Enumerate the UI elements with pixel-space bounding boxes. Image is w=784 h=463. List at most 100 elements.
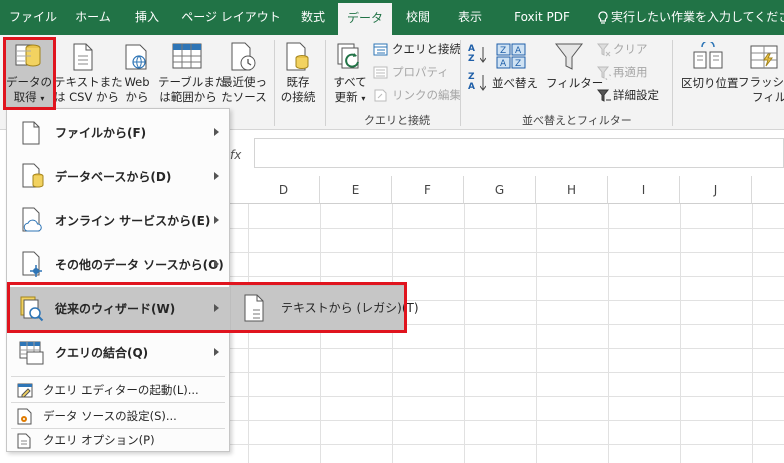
recent-sources-button[interactable]: 最近使っ たソース — [218, 75, 270, 105]
table-icon — [172, 42, 202, 73]
menu-item-legacy-wizards[interactable]: 従来のウィザード(W) — [7, 287, 229, 331]
submenu-arrow-icon — [214, 304, 219, 312]
sort-z-to-a-button[interactable]: Z A — [468, 72, 490, 94]
grid-row-line — [230, 228, 784, 229]
existing-connections-button[interactable]: 既存 の接続 — [277, 75, 319, 105]
clear-filter-icon — [596, 43, 611, 60]
dropdown-caret-icon: ▾ — [40, 94, 45, 103]
menu-item-launch-query-editor[interactable]: クエリ エディターの起動(L)... — [7, 377, 229, 403]
menu-item-from-database[interactable]: データベースから(D) — [7, 155, 229, 199]
text-csv-icon — [72, 43, 94, 74]
submenu-arrow-icon — [214, 172, 219, 180]
tab-page-layout[interactable]: ページ レイアウト — [172, 0, 290, 35]
menu-item-data-source-settings[interactable]: データ ソースの設定(S)... — [7, 403, 229, 429]
tell-me-search[interactable]: 実行したい作業を入力してください — [611, 0, 784, 35]
tab-view[interactable]: 表示 — [446, 0, 494, 35]
column-header[interactable]: G — [464, 176, 536, 204]
grid-column-line — [536, 204, 537, 463]
tab-formulas[interactable]: 数式 — [290, 0, 336, 35]
from-web-label-2: から — [125, 90, 149, 104]
existing-connections-icon — [285, 42, 311, 75]
column-header[interactable] — [752, 176, 784, 204]
edit-links-button[interactable]: リンクの編集 — [392, 87, 461, 103]
get-data-label-line1: データの — [6, 75, 52, 89]
from-table-label-1: テーブルまた — [158, 75, 227, 89]
submenu-item-from-text-legacy[interactable]: テキストから (レガシ)(T) — [231, 286, 419, 330]
tab-file[interactable]: ファイル — [4, 0, 62, 35]
ribbon-tab-bar: ファイル ホーム 挿入 ページ レイアウト 数式 データ 校閲 表示 Foxit… — [0, 0, 784, 35]
from-text-csv-button[interactable]: テキストまた は CSV から — [54, 75, 123, 105]
sort-za-bottom: A — [468, 82, 475, 92]
column-header[interactable]: D — [248, 176, 320, 204]
from-web-label-1: Web — [124, 75, 150, 89]
query-editor-icon — [17, 383, 33, 401]
combine-queries-icon — [19, 341, 45, 368]
column-header[interactable]: H — [536, 176, 608, 204]
tab-review[interactable]: 校閲 — [394, 0, 442, 35]
tab-home[interactable]: ホーム — [64, 0, 122, 35]
column-header[interactable]: E — [320, 176, 392, 204]
get-data-label-line2: 取得 ▾ — [6, 90, 52, 106]
menu-item-from-online-services[interactable]: オンライン サービスから(E) — [7, 199, 229, 243]
tab-data[interactable]: データ — [338, 3, 392, 35]
svg-text:A: A — [515, 46, 522, 56]
fx-label: fx — [230, 148, 242, 162]
grid-row-line — [230, 276, 784, 277]
sort-az-top: A — [468, 44, 475, 54]
file-icon — [21, 121, 41, 148]
properties-button[interactable]: プロパティ — [392, 64, 449, 80]
from-web-button[interactable]: Web から — [118, 75, 156, 105]
reapply-button[interactable]: 再適用 — [613, 64, 648, 80]
group-label-queries: クエリと接続 — [364, 114, 430, 127]
queries-connections-button[interactable]: クエリと接続 — [392, 41, 461, 57]
flash-fill-label-1: フラッシュ — [738, 75, 784, 89]
formula-input[interactable] — [254, 138, 784, 168]
query-options-icon — [17, 433, 31, 452]
clear-button[interactable]: クリア — [613, 41, 648, 57]
sort-button[interactable]: 並べ替え — [492, 75, 538, 91]
sort-down-arrow-icon — [479, 74, 487, 95]
from-table-button[interactable]: テーブルまた は範囲から — [158, 75, 227, 105]
menu-item-combine-queries[interactable]: クエリの結合(Q) — [7, 331, 229, 375]
menu-item-from-other-sources[interactable]: その他のデータ ソースから(O) — [7, 243, 229, 287]
column-header[interactable]: F — [392, 176, 464, 204]
svg-text:A: A — [500, 59, 507, 69]
ribbon-separator — [672, 40, 673, 126]
column-header[interactable]: J — [680, 176, 752, 204]
edit-links-icon — [373, 89, 388, 105]
menu-item-query-options[interactable]: クエリ オプション(P) — [7, 427, 229, 453]
cloud-icon — [21, 207, 45, 238]
sort-az-bottom: Z — [468, 54, 475, 64]
tab-insert[interactable]: 挿入 — [124, 0, 170, 35]
submenu-item-label: テキストから (レガシ)(T) — [281, 301, 419, 315]
text-to-columns-button[interactable]: 区切り位置 — [681, 75, 739, 91]
flash-fill-button[interactable]: フラッシュ フィル — [738, 75, 784, 105]
flash-fill-label-2: フィル — [752, 90, 784, 104]
advanced-button[interactable]: 詳細設定 — [613, 87, 659, 103]
tab-foxit-pdf[interactable]: Foxit PDF — [500, 0, 584, 35]
queries-connections-icon — [373, 43, 388, 59]
refresh-all-button[interactable]: すべて 更新 ▾ — [328, 75, 372, 106]
get-data-label-text: 取得 — [13, 90, 37, 104]
ribbon-separator — [274, 40, 275, 126]
from-text-csv-label-2: は CSV から — [54, 90, 120, 104]
lightbulb-icon — [597, 11, 609, 25]
filter-button[interactable]: フィルター — [546, 75, 603, 91]
column-header[interactable]: I — [608, 176, 680, 204]
properties-icon — [373, 66, 388, 82]
from-text-csv-label-1: テキストまた — [54, 75, 123, 89]
refresh-all-label-2-wrap: 更新 ▾ — [328, 90, 372, 106]
menu-item-label: その他のデータ ソースから(O) — [55, 258, 224, 272]
sort-icon: ZAAZ — [496, 42, 526, 73]
ribbon-separator — [325, 40, 326, 126]
menu-item-from-file[interactable]: ファイルから(F) — [7, 111, 229, 155]
submenu-arrow-icon — [214, 348, 219, 356]
flash-fill-icon — [750, 42, 780, 73]
menu-item-label: 従来のウィザード(W) — [55, 302, 176, 316]
sort-a-to-z-button[interactable]: A Z — [468, 44, 490, 66]
menu-item-label: ファイルから(F) — [55, 126, 147, 140]
recent-sources-label-2: たソース — [221, 90, 267, 104]
grid-column-line — [392, 204, 393, 463]
menu-item-label: データ ソースの設定(S)... — [43, 409, 177, 423]
menu-item-label: クエリ エディターの起動(L)... — [43, 383, 199, 397]
